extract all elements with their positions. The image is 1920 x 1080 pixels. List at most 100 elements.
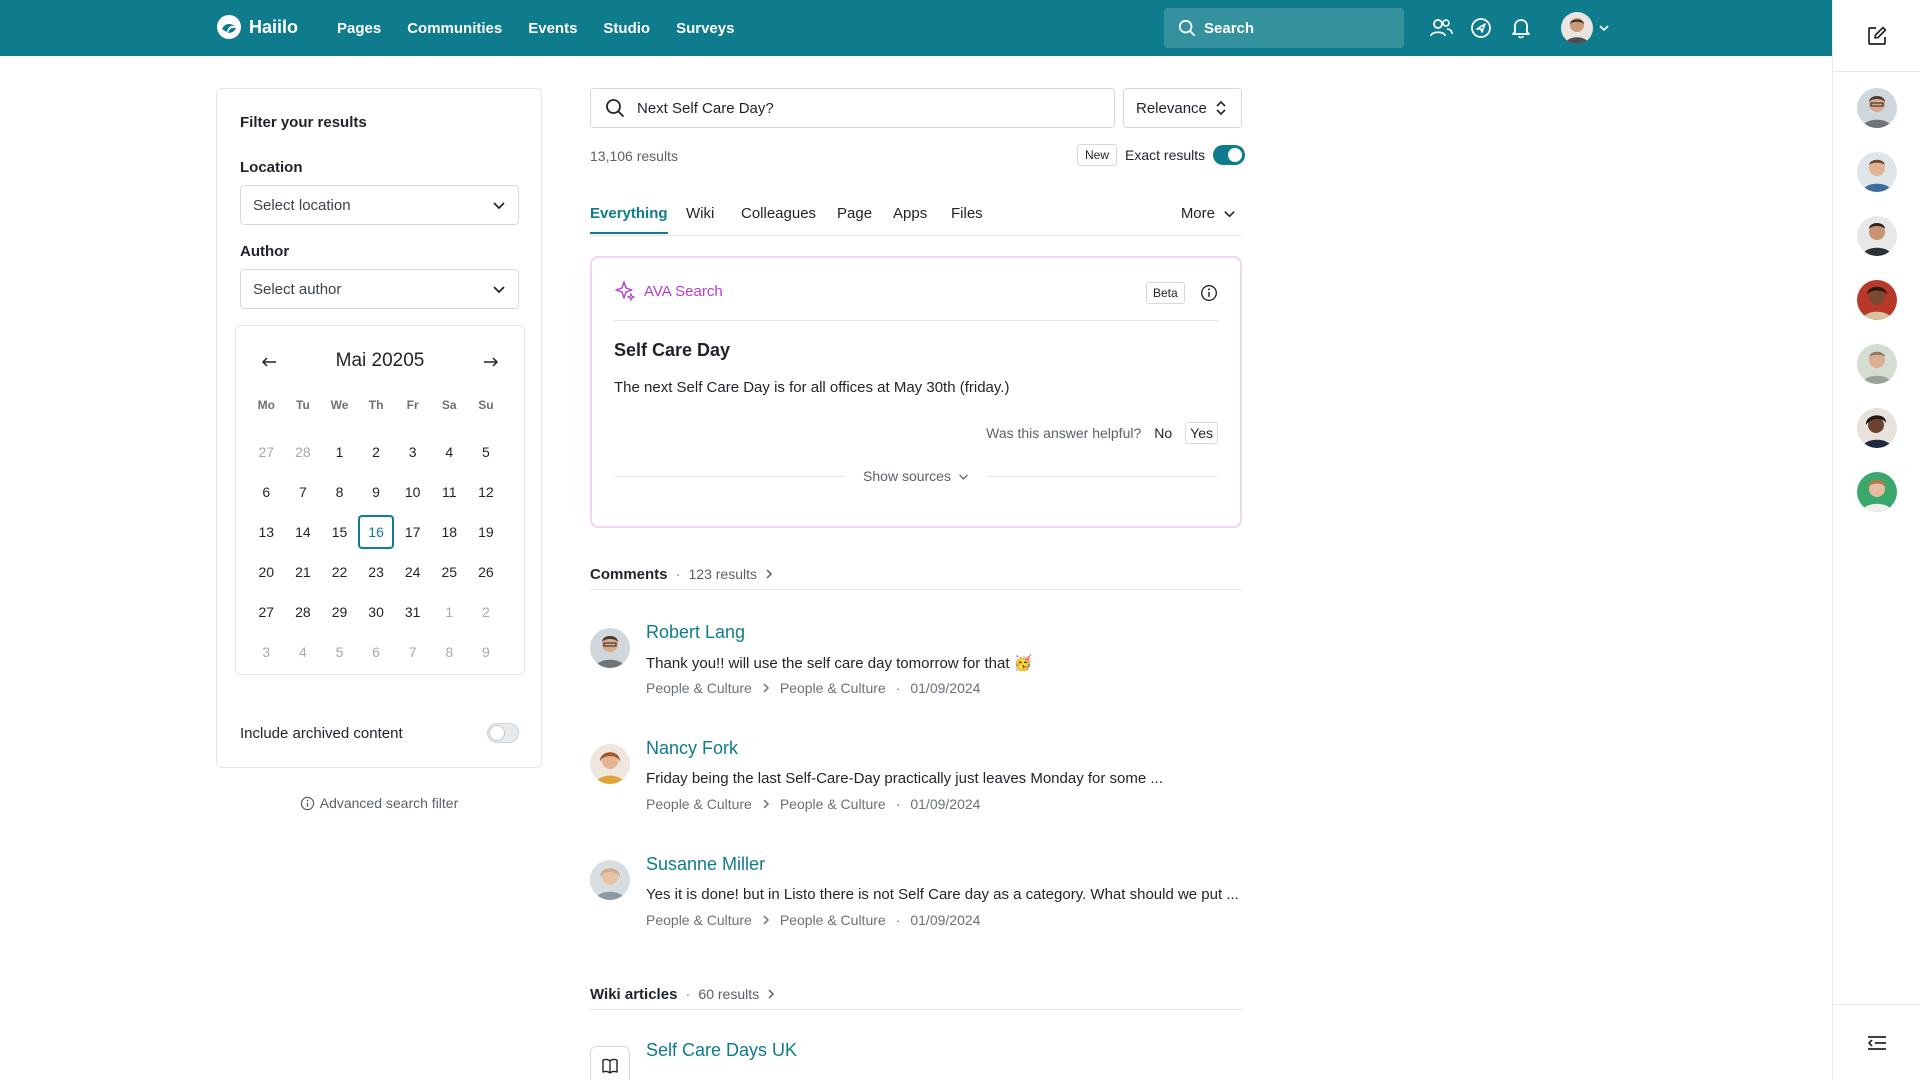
- calendar-day[interactable]: 4: [285, 632, 322, 672]
- comments-heading: Comments: [590, 566, 668, 583]
- colleague-avatar[interactable]: [1857, 408, 1897, 448]
- breadcrumb-link[interactable]: People & Culture: [646, 796, 752, 812]
- breadcrumb-link[interactable]: People & Culture: [646, 912, 752, 928]
- calendar-day[interactable]: 10: [394, 472, 431, 512]
- show-sources-button[interactable]: Show sources: [863, 468, 969, 484]
- colleague-avatar[interactable]: [1857, 152, 1897, 192]
- calendar-day[interactable]: 30: [358, 592, 395, 632]
- calendar-day[interactable]: 26: [468, 552, 505, 592]
- calendar-day[interactable]: 5: [468, 432, 505, 472]
- comments-results-link[interactable]: 123 results: [689, 566, 773, 582]
- author-name-link[interactable]: Nancy Fork: [646, 738, 738, 759]
- user-menu[interactable]: [1561, 12, 1610, 44]
- calendar-day[interactable]: 20: [248, 552, 285, 592]
- calendar-day[interactable]: 28: [285, 592, 322, 632]
- info-icon[interactable]: [1200, 284, 1218, 302]
- nav-communities[interactable]: Communities: [407, 20, 502, 37]
- breadcrumb-link[interactable]: People & Culture: [780, 796, 886, 812]
- archived-toggle[interactable]: [487, 723, 519, 743]
- calendar-day[interactable]: 28: [285, 432, 322, 472]
- calendar-day[interactable]: 7: [394, 632, 431, 672]
- calendar-day-number: 15: [331, 524, 348, 540]
- sort-select[interactable]: Relevance: [1123, 88, 1242, 128]
- global-search-input[interactable]: Search: [1164, 8, 1404, 48]
- collapse-rail-button[interactable]: [1833, 1004, 1920, 1080]
- tab-apps[interactable]: Apps: [893, 205, 927, 232]
- calendar-day[interactable]: 5: [321, 632, 358, 672]
- calendar-day[interactable]: 1: [431, 592, 468, 632]
- feedback-yes-button[interactable]: Yes: [1185, 422, 1218, 444]
- nav-events[interactable]: Events: [528, 20, 577, 37]
- calendar-day[interactable]: 27: [248, 592, 285, 632]
- calendar-day[interactable]: 22: [321, 552, 358, 592]
- calendar-day[interactable]: 2: [358, 432, 395, 472]
- author-select-value: Select author: [253, 280, 342, 298]
- colleague-avatar[interactable]: [1857, 344, 1897, 384]
- calendar-day[interactable]: 8: [431, 632, 468, 672]
- location-select[interactable]: Select location: [240, 185, 519, 225]
- tab-everything[interactable]: Everything: [590, 205, 668, 234]
- compose-button[interactable]: [1833, 0, 1920, 72]
- breadcrumb-link[interactable]: People & Culture: [780, 912, 886, 928]
- calendar-day[interactable]: 4: [431, 432, 468, 472]
- nav-studio[interactable]: Studio: [603, 20, 650, 37]
- calendar-day-selected[interactable]: 16: [358, 512, 395, 552]
- calendar-day[interactable]: 3: [394, 432, 431, 472]
- calendar-day[interactable]: 18: [431, 512, 468, 552]
- tab-more[interactable]: More: [1181, 205, 1236, 222]
- tab-page[interactable]: Page: [837, 205, 872, 232]
- calendar-day[interactable]: 12: [468, 472, 505, 512]
- calendar-day[interactable]: 3: [248, 632, 285, 672]
- tab-files[interactable]: Files: [951, 205, 983, 232]
- haiilo-logo[interactable]: Haiilo: [216, 14, 298, 40]
- calendar-day[interactable]: 2: [468, 592, 505, 632]
- calendar-day[interactable]: 6: [358, 632, 395, 672]
- calendar-day[interactable]: 27: [248, 432, 285, 472]
- calendar-day[interactable]: 14: [285, 512, 322, 552]
- colleagues-icon[interactable]: [1428, 14, 1454, 42]
- calendar-day[interactable]: 21: [285, 552, 322, 592]
- breadcrumb-link[interactable]: People & Culture: [780, 680, 886, 696]
- launchpad-icon[interactable]: [1468, 14, 1494, 42]
- divider: [614, 475, 846, 477]
- author-name-link[interactable]: Robert Lang: [646, 622, 745, 643]
- search-input[interactable]: [637, 99, 1077, 117]
- exact-results-toggle[interactable]: [1213, 145, 1246, 165]
- calendar-day[interactable]: 17: [394, 512, 431, 552]
- calendar-day[interactable]: 31: [394, 592, 431, 632]
- author-name-link[interactable]: Susanne Miller: [646, 854, 765, 875]
- separator-dot: ·: [675, 566, 681, 583]
- colleague-avatar[interactable]: [1857, 472, 1897, 512]
- calendar-day[interactable]: 1: [321, 432, 358, 472]
- tab-wiki[interactable]: Wiki: [686, 205, 714, 232]
- wiki-results-link[interactable]: 60 results: [698, 986, 775, 1002]
- calendar-day[interactable]: 8: [321, 472, 358, 512]
- calendar-day[interactable]: 19: [468, 512, 505, 552]
- calendar-day[interactable]: 11: [431, 472, 468, 512]
- calendar-day[interactable]: 13: [248, 512, 285, 552]
- tab-colleagues[interactable]: Colleagues: [741, 205, 816, 232]
- calendar-day[interactable]: 15: [321, 512, 358, 552]
- notifications-bell-icon[interactable]: [1508, 14, 1534, 42]
- colleague-avatar[interactable]: [1857, 280, 1897, 320]
- calendar-day[interactable]: 29: [321, 592, 358, 632]
- nav-pages[interactable]: Pages: [337, 20, 381, 37]
- breadcrumb-link[interactable]: People & Culture: [646, 680, 752, 696]
- calendar-day[interactable]: 25: [431, 552, 468, 592]
- wiki-article-title-link[interactable]: Self Care Days UK: [646, 1040, 797, 1061]
- calendar-day[interactable]: 6: [248, 472, 285, 512]
- previous-month-button[interactable]: [255, 348, 283, 376]
- calendar-day[interactable]: 7: [285, 472, 322, 512]
- calendar-day[interactable]: 23: [358, 552, 395, 592]
- author-select[interactable]: Select author: [240, 269, 519, 309]
- search-field[interactable]: [590, 88, 1115, 128]
- advanced-search-filter-link[interactable]: Advanced search filter: [216, 795, 542, 811]
- next-month-button[interactable]: [477, 348, 505, 376]
- calendar-day[interactable]: 9: [358, 472, 395, 512]
- colleague-avatar[interactable]: [1857, 88, 1897, 128]
- feedback-no-button[interactable]: No: [1151, 423, 1175, 443]
- calendar-day[interactable]: 9: [468, 632, 505, 672]
- calendar-day[interactable]: 24: [394, 552, 431, 592]
- colleague-avatar[interactable]: [1857, 216, 1897, 256]
- nav-surveys[interactable]: Surveys: [676, 20, 734, 37]
